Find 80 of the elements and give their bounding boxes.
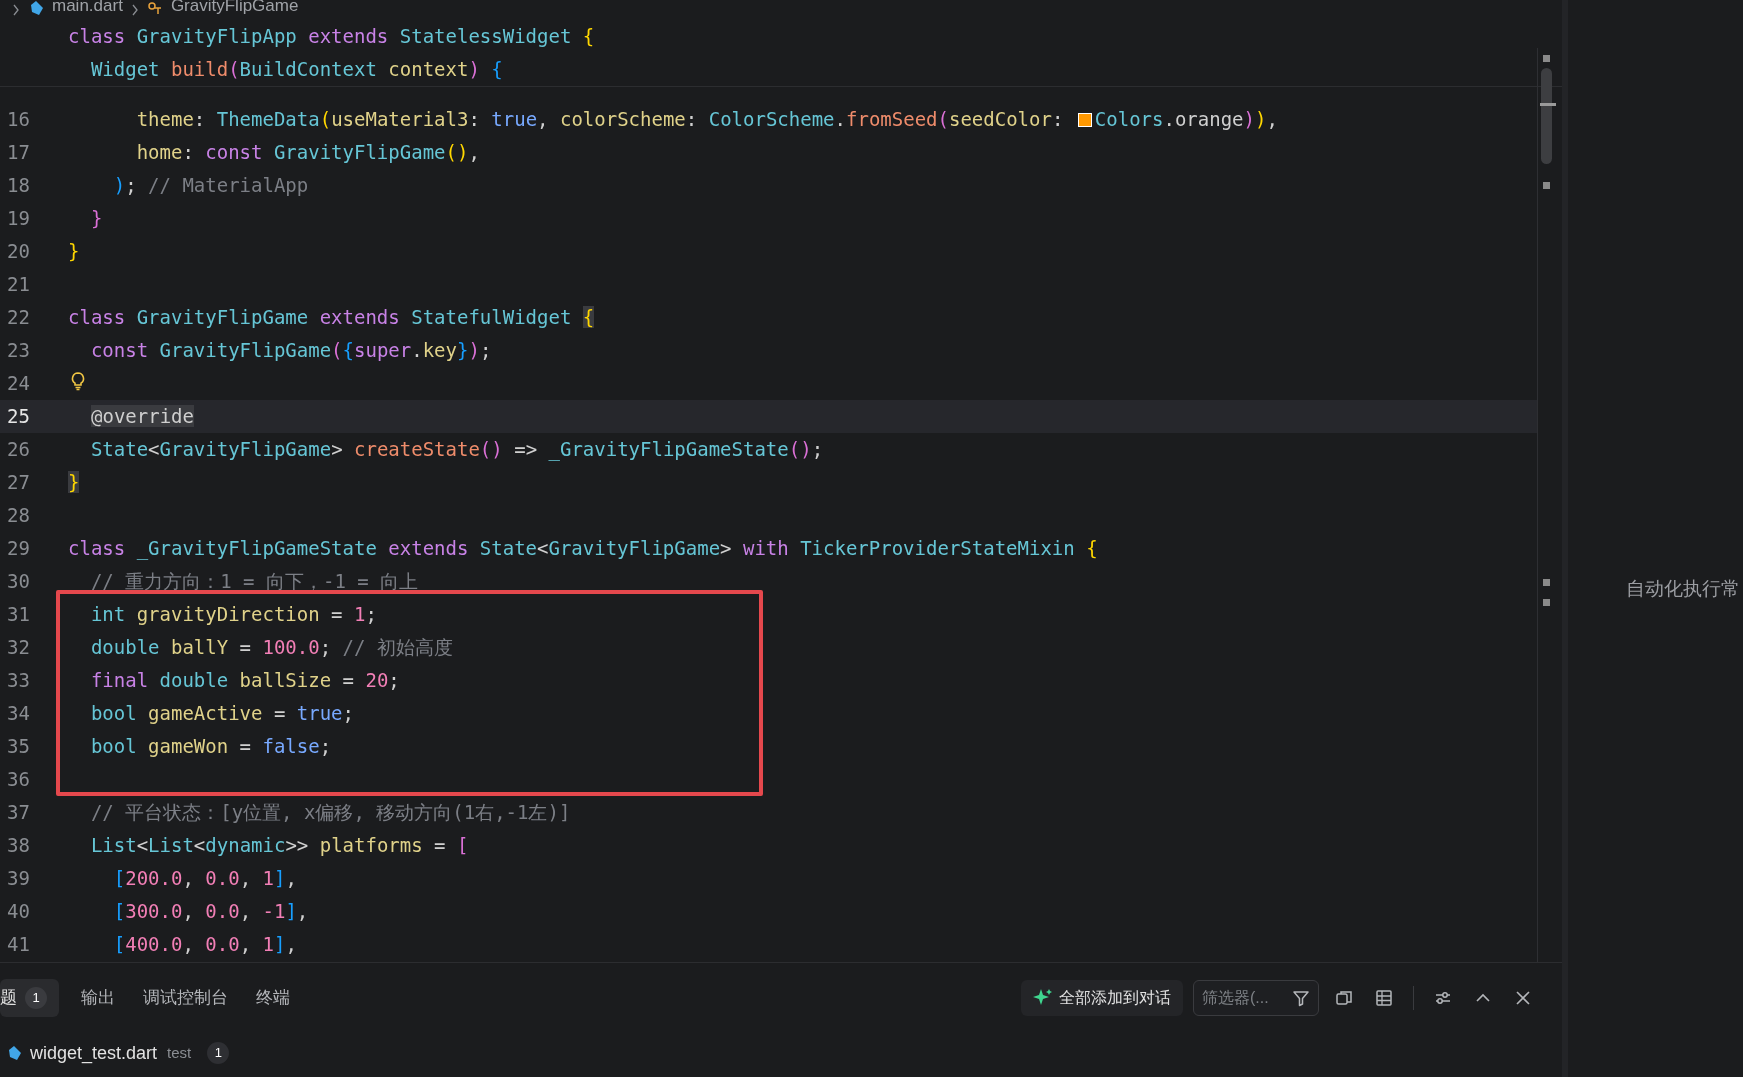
line-number: 27 — [6, 470, 30, 496]
line-number: 18 — [6, 173, 30, 199]
line-number: 26 — [6, 437, 30, 463]
code-text: home: const GravityFlipGame(), — [135, 140, 480, 166]
file-name[interactable]: widget_test.dart — [30, 1039, 158, 1067]
line-number: 38 — [6, 833, 30, 859]
line-number: 41 — [6, 932, 30, 958]
code-text: class GravityFlipApp extends StatelessWidget { — [68, 24, 595, 50]
filter-input[interactable]: 筛选器(... — [1202, 986, 1290, 1010]
close-icon[interactable] — [1514, 989, 1532, 1007]
code-text: @override — [90, 404, 194, 430]
line-number: 20 — [6, 239, 30, 265]
line-number: 23 — [6, 338, 30, 364]
ruler-mark — [1543, 579, 1550, 586]
line-number: 28 — [6, 503, 30, 529]
code-text: ); // MaterialApp — [112, 173, 309, 199]
folder-name: test — [167, 1042, 192, 1063]
line-number: 19 — [6, 206, 30, 232]
panel-tab[interactable]: 终端 — [244, 979, 302, 1017]
code-text: [200.0, 0.0, 1], — [112, 866, 297, 892]
panel-tab[interactable]: 题 1 — [0, 979, 59, 1017]
line-number: 40 — [6, 899, 30, 925]
panel-text: 自动化执行常 — [1626, 578, 1740, 599]
code-text: [400.0, 0.0, 1], — [112, 932, 297, 958]
filter-field[interactable]: 筛选器(... — [1193, 980, 1319, 1016]
line-number: 33 — [6, 668, 30, 694]
ruler-mark — [1543, 182, 1550, 189]
code-text: class _GravityFlipGameState extends State<GravityFlipGame> with TickerProviderStateMixin { — [68, 536, 1098, 562]
line-number: 31 — [6, 602, 30, 628]
code-text: theme: ThemeData(useMaterial3: true, colorScheme: ColorScheme.fromSeed(seedColor: — [135, 107, 1065, 133]
line-number: 32 — [6, 635, 30, 661]
code-text: bool gameActive = true; — [89, 701, 354, 727]
code-text: Colors.orange)), — [1094, 107, 1278, 133]
code-text: int gravityDirection = 1; — [89, 602, 377, 628]
count-badge: 1 — [207, 1042, 230, 1064]
line-number: 30 — [6, 569, 30, 595]
filter-icon — [1292, 989, 1310, 1007]
code-text: // 重力方向：1 = 向下，-1 = 向上 — [89, 569, 419, 595]
lightbulb-icon — [70, 370, 86, 391]
settings-icon[interactable] — [1434, 989, 1452, 1007]
line-number: 37 — [6, 800, 30, 826]
ruler-mark — [1543, 55, 1550, 62]
code-text: [300.0, 0.0, -1], — [112, 899, 309, 925]
dart-file-icon — [28, 0, 44, 16]
class-icon — [146, 0, 163, 16]
code-text: class GravityFlipGame extends StatefulWidget { — [68, 305, 595, 331]
code-text: const GravityFlipGame({super.key}); — [89, 338, 492, 364]
line-number: 24 — [6, 371, 30, 397]
copy-icon[interactable] — [1335, 989, 1353, 1007]
code-text: Widget build(BuildContext context) { — [89, 57, 503, 83]
line-number: 36 — [6, 767, 30, 793]
scrollbar-thumb[interactable] — [1541, 68, 1552, 164]
code-text: double ballY = 100.0; // 初始高度 — [89, 635, 453, 661]
code-text: final double ballSize = 20; — [89, 668, 400, 694]
line-number: 25 — [6, 404, 30, 430]
code-text: } — [68, 239, 80, 265]
line-number: 22 — [6, 305, 30, 331]
line-number: 35 — [6, 734, 30, 760]
panel-tab[interactable]: 调试控制台 — [131, 979, 240, 1017]
add-to-chat-button[interactable]: 全部添加到对话 — [1021, 980, 1183, 1016]
code-text: // 平台状态：[y位置, x偏移, 移动方向(1右,-1左)] — [89, 800, 571, 826]
code-text: } — [89, 206, 103, 232]
code-text: bool gameWon = false; — [89, 734, 332, 760]
dart-file-icon — [6, 1045, 22, 1061]
table-icon[interactable] — [1375, 989, 1393, 1007]
count-badge: 1 — [25, 987, 47, 1009]
ruler-mark — [1543, 599, 1550, 606]
line-number: 29 — [6, 536, 30, 562]
code-text: State<GravityFlipGame> createState() => _GravityFlipGameState(); — [89, 437, 824, 463]
line-number: 21 — [6, 272, 30, 298]
line-number: 16 — [6, 107, 30, 133]
chevron-icon — [130, 4, 139, 16]
line-number: 39 — [6, 866, 30, 892]
chevron-icon — [12, 4, 20, 16]
code-text: } — [68, 470, 80, 496]
line-number: 17 — [6, 140, 30, 166]
panel-tab[interactable]: 输出 — [69, 979, 127, 1017]
line-number: 34 — [6, 701, 30, 727]
ruler-mark — [1540, 103, 1556, 106]
code-text: List<List<dynamic>> platforms = [ — [89, 833, 469, 859]
